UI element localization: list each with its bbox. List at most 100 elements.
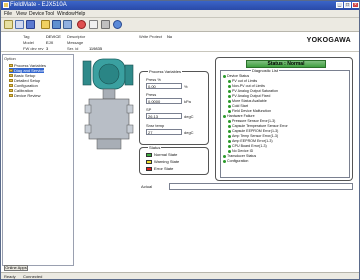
pv-field-press: 0.0000 <box>146 98 182 104</box>
fw-value: 3 <box>46 46 49 51</box>
folder-icon <box>9 89 13 93</box>
model-label: Model <box>23 40 34 45</box>
diag-item: PV Analog Output Fixed <box>228 94 270 98</box>
pv-unit-snsr-temp: degC <box>184 130 194 135</box>
status-ok-icon <box>228 139 231 143</box>
diag-item: PV out of Limits <box>228 79 257 83</box>
folder-icon <box>9 94 13 98</box>
transmitter-image <box>82 58 134 150</box>
connection-status: Connected <box>23 274 43 279</box>
tag-value: DEVICE <box>46 34 61 39</box>
status-ok-icon <box>228 89 231 93</box>
pv-label-press: Press <box>146 92 157 97</box>
diag-item: Capsule Temperature Sensor Error <box>228 124 288 128</box>
error-swatch-icon <box>146 166 152 171</box>
menu-window[interactable]: Window <box>57 11 75 17</box>
status-ok-icon <box>223 114 226 118</box>
status-legend-title: Status <box>148 145 162 150</box>
actual-label: Actual <box>141 184 153 189</box>
new-icon[interactable] <box>4 20 13 29</box>
diag-item: Cold Start <box>228 104 248 108</box>
write-protect-label: Write Protect <box>139 34 163 39</box>
brand-logo: YOKOGAWA <box>306 37 351 44</box>
actual-field[interactable] <box>169 183 353 190</box>
menu-view[interactable]: View <box>16 11 27 17</box>
diag-item: Non-PV out of Limits <box>228 84 265 88</box>
status-error-row: Error State <box>146 166 173 171</box>
status-ok-icon <box>228 149 231 153</box>
menu-device[interactable]: Device <box>29 11 44 17</box>
maximize-button[interactable]: □ <box>344 2 351 8</box>
diag-item: More Status Available <box>228 99 267 103</box>
diagnostic-list[interactable]: Diagnostic List Device Status PV out of … <box>220 68 350 178</box>
warning-swatch-icon <box>146 159 152 164</box>
close-button[interactable]: × <box>352 2 359 8</box>
status-ok-icon <box>228 104 231 108</box>
diag-item: Hardware Failure <box>223 114 255 118</box>
diag-item: Field Device Malfunction <box>228 109 271 113</box>
title-bar[interactable]: FieldMate - EJX510A _ □ × <box>1 1 359 10</box>
status-ok-icon <box>228 84 231 88</box>
diag-item: Device Status <box>223 74 249 78</box>
pv-field-press-pct: 0.00 <box>146 83 182 89</box>
tag-label: Tag <box>23 34 30 39</box>
status-warning-row: Warning State <box>146 159 179 164</box>
descriptor-label: Descriptor <box>67 34 86 39</box>
device-icon[interactable] <box>41 20 50 29</box>
open-icon[interactable] <box>15 20 24 29</box>
minimize-button[interactable]: _ <box>336 2 343 8</box>
status-ok-icon <box>223 74 226 78</box>
save-icon[interactable] <box>26 20 35 29</box>
status-ok-icon <box>228 79 231 83</box>
pv-field-snsr-temp: 27 <box>146 129 182 135</box>
actual-row: Actual <box>139 183 355 191</box>
pv-label-snsr-temp: Snsr temp <box>146 123 165 128</box>
device-info-strip: Tag DEVICE Model EJX FW dev rev 3 Descri… <box>1 32 359 52</box>
pv-label-press-pct: Press % <box>146 77 161 82</box>
model-value: EJX <box>46 40 54 45</box>
toolbar <box>1 18 359 32</box>
status-ok-icon <box>228 124 231 128</box>
menu-tool[interactable]: Tool <box>45 11 54 17</box>
print-icon[interactable] <box>101 20 110 29</box>
status-ok-icon <box>223 159 226 163</box>
folder-icon <box>9 74 13 78</box>
folder-icon <box>9 64 13 68</box>
tune-icon[interactable] <box>63 20 72 29</box>
navigation-tree: Option Process Variables Diag and Servic… <box>2 54 74 266</box>
status-ok-icon <box>223 154 226 158</box>
serial-value: 119835 <box>89 46 103 51</box>
diag-item: Pressure Sensor Error(1-3) <box>228 119 275 123</box>
diag-item: Transducer Status <box>223 154 256 158</box>
pv-label-sp: SP <box>146 107 152 112</box>
help-icon[interactable] <box>113 20 122 29</box>
menu-help[interactable]: Help <box>75 11 85 17</box>
pv-unit-press: kPa <box>184 99 191 104</box>
diag-item: No Device ID <box>228 149 253 153</box>
status-legend-group: Status Normal State Warning State Error … <box>139 145 209 175</box>
pv-unit-press-pct: % <box>184 84 188 89</box>
online-apps-button[interactable]: Online Apps <box>4 265 28 271</box>
diag-item: Capsule EEPROM Error(1-3) <box>228 129 278 133</box>
status-ok-icon <box>228 109 231 113</box>
normal-swatch-icon <box>146 152 152 157</box>
refresh-icon[interactable] <box>89 20 98 29</box>
serial-label: Ser. id <box>67 46 79 51</box>
menu-file[interactable]: File <box>4 11 12 17</box>
tree-item-device-review[interactable]: Device Review <box>9 93 40 98</box>
folder-icon <box>9 79 13 83</box>
status-ok-icon <box>228 99 231 103</box>
diag-item: PV Analog Output Saturation <box>228 89 278 93</box>
diag-item: Amp Temp Sensor Error(1-3) <box>228 134 278 138</box>
tree-header: Option <box>4 56 16 61</box>
menu-bar: File View Device Tool Window Help <box>1 10 359 18</box>
diagnostic-list-legend: Diagnostic List <box>251 68 280 73</box>
update-icon[interactable] <box>52 20 61 29</box>
online-icon[interactable] <box>77 20 86 29</box>
pv-field-sp: 26.13 <box>146 113 182 119</box>
write-protect-value: No <box>167 34 173 39</box>
diag-item: Configuration <box>223 159 248 163</box>
status-ok-icon <box>228 129 231 133</box>
status-ok-icon <box>228 134 231 138</box>
message-label: Message <box>67 40 84 45</box>
